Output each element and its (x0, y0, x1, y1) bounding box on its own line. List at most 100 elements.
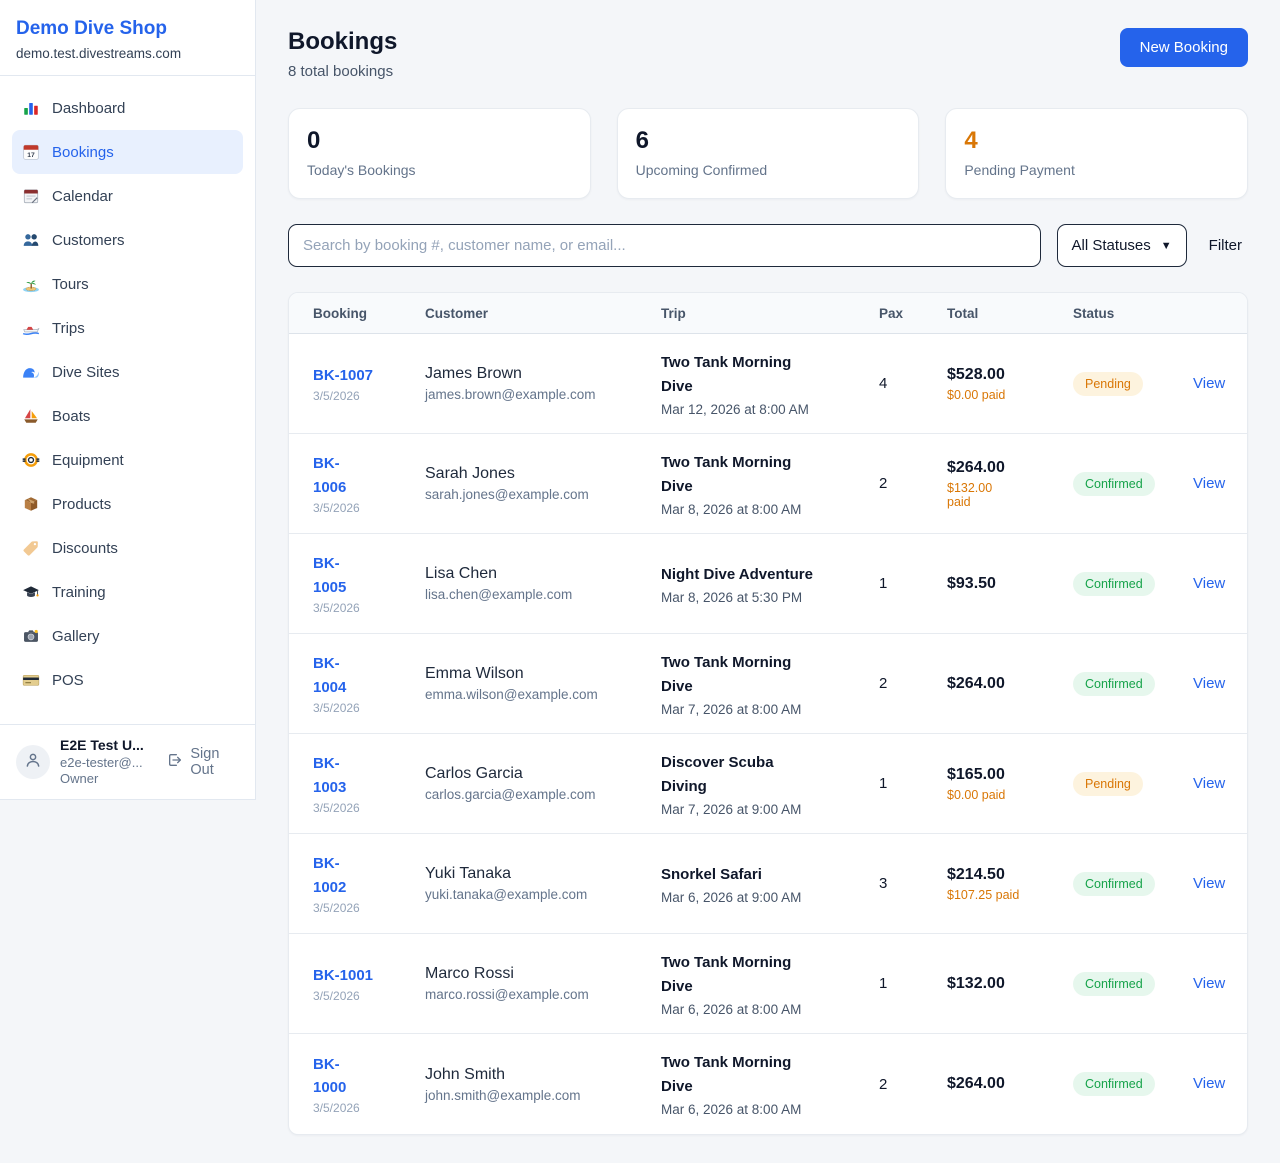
trip-name: Two Tank Morning Dive (661, 451, 803, 499)
stat-value: 4 (964, 127, 1229, 155)
sidebar-item-label: Dive Sites (52, 364, 120, 381)
sidebar-item-bookings[interactable]: 17 Bookings (12, 130, 243, 174)
sidebar-item-trips[interactable]: Trips (12, 306, 243, 350)
sidebar-item-calendar[interactable]: Calendar (12, 174, 243, 218)
view-link[interactable]: View (1193, 375, 1225, 392)
chevron-down-icon: ▼ (1161, 240, 1172, 252)
boats-sailboat-icon (22, 407, 40, 425)
sidebar-item-discounts[interactable]: Discounts (12, 526, 243, 570)
booking-id-link[interactable]: BK-1004 (313, 652, 359, 699)
sidebar-item-label: Tours (52, 276, 89, 293)
sidebar-item-label: Bookings (52, 144, 114, 161)
booking-id-link[interactable]: BK-1003 (313, 752, 359, 799)
shop-domain: demo.test.divestreams.com (16, 46, 239, 61)
sidebar-item-dive-sites[interactable]: Dive Sites (12, 350, 243, 394)
booking-id-link[interactable]: BK-1005 (313, 552, 359, 599)
view-cell: View (1193, 675, 1225, 693)
sidebar-item-pos[interactable]: POS (12, 658, 243, 702)
sign-out-label: Sign Out (190, 746, 239, 778)
filter-row: All Statuses ▼ Filter (288, 224, 1248, 267)
new-booking-button[interactable]: New Booking (1120, 28, 1248, 67)
view-cell: View (1193, 575, 1225, 593)
view-link[interactable]: View (1193, 575, 1225, 592)
status-badge: Confirmed (1073, 972, 1155, 996)
sidebar-item-tours[interactable]: Tours (12, 262, 243, 306)
trip-cell: Night Dive AdventureMar 8, 2026 at 5:30 … (661, 563, 879, 605)
avatar (16, 745, 50, 779)
sidebar-spacer (0, 712, 255, 724)
stat-card-pending-payment: 4 Pending Payment (945, 108, 1248, 199)
view-link[interactable]: View (1193, 475, 1225, 492)
filter-button[interactable]: Filter (1203, 237, 1248, 254)
booking-cell: BK-10023/5/2026 (313, 852, 425, 915)
sidebar-item-products[interactable]: Products (12, 482, 243, 526)
brand-block: Demo Dive Shop demo.test.divestreams.com (0, 0, 255, 76)
trip-datetime: Mar 12, 2026 at 8:00 AM (661, 402, 879, 417)
gallery-camera-icon (22, 627, 40, 645)
customer-cell: Sarah Jonessarah.jones@example.com (425, 465, 661, 502)
sign-out-button[interactable]: Sign Out (167, 746, 239, 778)
sidebar-item-boats[interactable]: Boats (12, 394, 243, 438)
booking-id-link[interactable]: BK-1001 (313, 964, 425, 987)
status-cell: Confirmed (1073, 572, 1193, 596)
svg-text:17: 17 (27, 152, 35, 159)
view-link[interactable]: View (1193, 675, 1225, 692)
pos-credit-card-icon (22, 671, 40, 689)
table-row: BK-10063/5/2026Sarah Jonessarah.jones@ex… (289, 434, 1247, 534)
products-box-icon (22, 495, 40, 513)
customer-cell: Carlos Garciacarlos.garcia@example.com (425, 765, 661, 802)
pax-cell: 2 (879, 475, 947, 492)
dashboard-icon (22, 99, 40, 117)
customer-name: John Smith (425, 1066, 661, 1084)
status-badge: Confirmed (1073, 472, 1155, 496)
sidebar-item-customers[interactable]: Customers (12, 218, 243, 262)
customer-email: yuki.tanaka@example.com (425, 887, 661, 902)
sidebar-item-label: POS (52, 672, 84, 689)
total-bookings-count: 8 total bookings (288, 63, 397, 80)
user-box: E2E Test U... e2e-tester@... Owner Sign … (0, 724, 255, 799)
tours-island-icon (22, 275, 40, 293)
page-title: Bookings (288, 28, 397, 56)
stats-cards: 0Today's Bookings6Upcoming Confirmed4Pen… (288, 108, 1248, 199)
booking-cell: BK-10033/5/2026 (313, 752, 425, 815)
status-cell: Confirmed (1073, 1072, 1193, 1096)
view-link[interactable]: View (1193, 975, 1225, 992)
pax-cell: 4 (879, 375, 947, 392)
booking-id-link[interactable]: BK-1002 (313, 852, 359, 899)
total-cell: $264.00$132.00 paid (947, 459, 1073, 509)
booking-id-link[interactable]: BK-1000 (313, 1053, 359, 1100)
user-name: E2E Test U... (60, 737, 157, 755)
view-link[interactable]: View (1193, 1075, 1225, 1092)
column-header-customer: Customer (425, 306, 661, 321)
customer-email: lisa.chen@example.com (425, 587, 661, 602)
total-amount: $264.00 (947, 459, 1073, 477)
table-row: BK-1005 3/5/2026 Lisa Chen lisa.chen@exampl… (289, 534, 1247, 634)
sidebar-nav: Dashboard 17 Bookings CalendarCustomers Tour… (0, 76, 255, 712)
sidebar-item-dashboard[interactable]: Dashboard (12, 86, 243, 130)
stat-label: Pending Payment (964, 162, 1229, 178)
view-link[interactable]: View (1193, 875, 1225, 892)
customer-cell: James Brownjames.brown@example.com (425, 365, 661, 402)
pax-cell: 3 (879, 875, 947, 892)
customer-name: Lisa Chen (425, 565, 661, 583)
training-grad-cap-icon (22, 583, 40, 601)
customer-email: sarah.jones@example.com (425, 487, 661, 502)
booking-id-link[interactable]: BK-1007 (313, 364, 425, 387)
booking-date: 3/5/2026 (313, 601, 425, 615)
sidebar-item-equipment[interactable]: Equipment (12, 438, 243, 482)
search-input[interactable] (288, 224, 1041, 267)
trip-name: Two Tank Morning Dive (661, 1051, 803, 1099)
paid-amount: $107.25 paid (947, 888, 1073, 902)
trip-cell: Two Tank Morning DiveMar 7, 2026 at 8:00… (661, 651, 879, 717)
trip-datetime: Mar 8, 2026 at 8:00 AM (661, 502, 879, 517)
status-select[interactable]: All Statuses ▼ (1057, 224, 1187, 267)
sidebar-item-label: Trips (52, 320, 85, 337)
page-title-block: Bookings 8 total bookings (288, 28, 397, 80)
sidebar-item-gallery[interactable]: Gallery (12, 614, 243, 658)
sidebar-item-training[interactable]: Training (12, 570, 243, 614)
user-email: e2e-tester@... (60, 755, 157, 771)
booking-id-link[interactable]: BK-1006 (313, 452, 359, 499)
trip-name: Snorkel Safari (661, 863, 879, 887)
view-link[interactable]: View (1193, 775, 1225, 792)
column-header-trip: Trip (661, 306, 879, 321)
